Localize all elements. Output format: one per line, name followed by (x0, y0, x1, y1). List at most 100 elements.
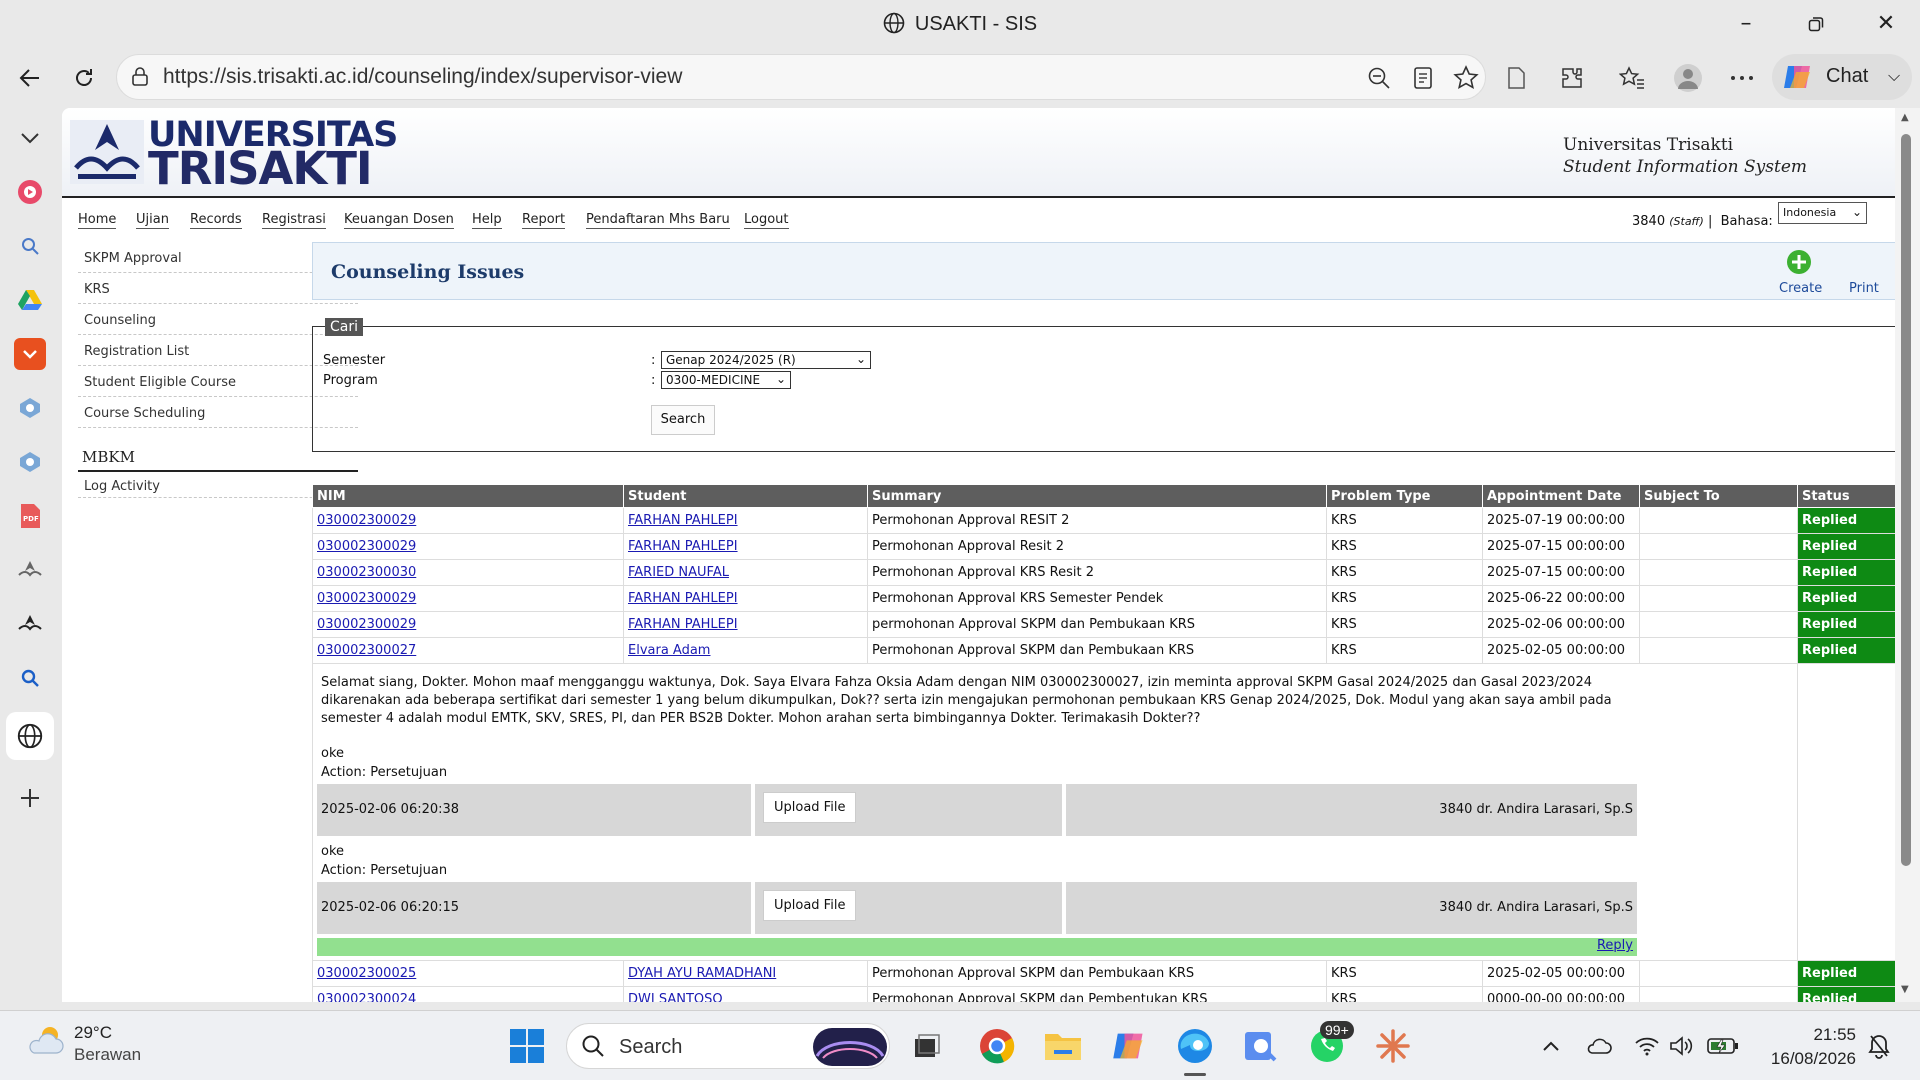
back-button[interactable] (12, 60, 48, 96)
col-summary[interactable]: Summary (867, 484, 1327, 508)
menu-pendaftaran[interactable]: Pendaftaran Mhs Baru (586, 212, 730, 229)
student-link[interactable]: FARHAN PAHLEPI (628, 591, 738, 606)
trisakti-app-icon-2[interactable] (12, 606, 48, 642)
extensions-icon[interactable] (1554, 60, 1590, 96)
restore-button[interactable] (1796, 10, 1836, 38)
search-button[interactable]: Search (651, 405, 715, 435)
language-select[interactable]: Indonesia ⌄ (1778, 202, 1867, 224)
file-explorer-icon[interactable] (1042, 1025, 1084, 1067)
minimize-button[interactable]: – (1726, 10, 1766, 38)
search-app-icon[interactable] (12, 660, 48, 696)
page-scrollbar[interactable]: ▲ ▼ (1895, 108, 1920, 1002)
claude-app-icon[interactable] (1372, 1025, 1414, 1067)
task-view-icon[interactable] (906, 1025, 948, 1067)
edge-browser-icon[interactable] (1174, 1025, 1216, 1067)
active-globe-icon[interactable] (6, 712, 54, 760)
table-row[interactable]: 030002300025 DYAH AYU RAMADHANI Permohon… (312, 960, 1895, 987)
nim-link[interactable]: 030002300029 (317, 539, 416, 554)
add-circle-icon[interactable] (1786, 249, 1812, 279)
battery-icon[interactable] (1702, 1025, 1744, 1067)
student-link[interactable]: FARIED NAUFAL (628, 565, 729, 580)
profile-avatar[interactable] (1670, 60, 1706, 96)
app-icon-1[interactable] (12, 390, 48, 426)
drive-app-icon[interactable] (12, 282, 48, 318)
menu-home[interactable]: Home (78, 212, 117, 229)
create-button[interactable]: Create (1779, 281, 1822, 296)
col-student[interactable]: Student (623, 484, 868, 508)
menu-help[interactable]: Help (472, 212, 502, 229)
menu-records[interactable]: Records (190, 212, 242, 229)
volume-icon[interactable] (1660, 1025, 1702, 1067)
upload-file-button[interactable]: Upload File (763, 890, 857, 921)
menu-registrasi[interactable]: Registrasi (262, 212, 326, 229)
table-row[interactable]: 030002300029 FARHAN PAHLEPI Permohonan A… (312, 533, 1895, 560)
student-link[interactable]: DYAH AYU RAMADHANI (628, 966, 776, 981)
pdf-app-icon[interactable]: PDF (12, 498, 48, 534)
student-link[interactable]: FARHAN PAHLEPI (628, 539, 738, 554)
url-text[interactable]: https://sis.trisakti.ac.id/counseling/in… (163, 65, 682, 89)
nim-link[interactable]: 030002300025 (317, 966, 416, 981)
table-row[interactable]: 030002300030 FARIED NAUFAL Permohonan Ap… (312, 559, 1895, 586)
chrome-icon[interactable] (976, 1025, 1018, 1067)
table-row[interactable]: 030002300027 Elvara Adam Permohonan Appr… (312, 637, 1895, 664)
favorite-star-icon[interactable] (1453, 65, 1479, 95)
close-window-button[interactable]: ✕ (1866, 10, 1906, 38)
nim-link[interactable]: 030002300029 (317, 617, 416, 632)
student-link[interactable]: Elvara Adam (628, 643, 710, 658)
upload-file-button[interactable]: Upload File (763, 792, 857, 823)
download-app-icon[interactable] (12, 336, 48, 372)
chevron-down-icon[interactable]: ⌵ (1888, 66, 1900, 86)
weather-widget[interactable]: 29°C Berawan (26, 1023, 141, 1064)
col-status[interactable]: Status (1797, 484, 1895, 508)
menu-logout[interactable]: Logout (744, 212, 789, 229)
semester-select[interactable]: Genap 2024/2025 (R) ⌄ (661, 351, 871, 369)
reply-link[interactable]: Reply (1597, 938, 1633, 953)
student-link[interactable]: DWI SANTOSO (628, 992, 723, 1002)
scroll-up-icon[interactable]: ▲ (1901, 112, 1909, 123)
table-row[interactable]: 030002300024 DWI SANTOSO Permohonan Appr… (312, 986, 1895, 1002)
nim-link[interactable]: 030002300030 (317, 565, 416, 580)
col-appointment-date[interactable]: Appointment Date (1482, 484, 1640, 508)
table-row[interactable]: 030002300029 FARHAN PAHLEPI permohonan A… (312, 611, 1895, 638)
nim-link[interactable]: 030002300029 (317, 591, 416, 606)
scroll-down-icon[interactable]: ▼ (1901, 984, 1909, 995)
nim-link[interactable]: 030002300024 (317, 992, 416, 1002)
windows-start-icon[interactable] (506, 1025, 548, 1067)
notification-bell-icon[interactable] (1858, 1025, 1900, 1067)
col-nim[interactable]: NIM (312, 484, 624, 508)
reload-button[interactable] (66, 60, 102, 96)
menu-ujian[interactable]: Ujian (136, 212, 169, 229)
scrollbar-thumb[interactable] (1901, 134, 1911, 866)
split-screen-icon[interactable] (1498, 60, 1534, 96)
col-subject-to[interactable]: Subject To (1639, 484, 1798, 508)
search-icon[interactable] (12, 228, 48, 264)
trisakti-app-icon[interactable] (12, 552, 48, 588)
more-menu-icon[interactable] (1724, 60, 1760, 96)
student-link[interactable]: FARHAN PAHLEPI (628, 513, 738, 528)
collapse-chevron-icon[interactable] (12, 120, 48, 156)
nim-link[interactable]: 030002300027 (317, 643, 416, 658)
copilot-chat-button[interactable]: Chat ⌵ (1772, 54, 1912, 100)
menu-keuangan-dosen[interactable]: Keuangan Dosen (344, 212, 454, 229)
lock-icon[interactable] (131, 67, 149, 91)
print-button[interactable]: Print (1849, 281, 1879, 296)
app-icon-2[interactable] (12, 444, 48, 480)
taskbar-search[interactable]: Search (566, 1023, 890, 1069)
student-link[interactable]: FARHAN PAHLEPI (628, 617, 738, 632)
cloud-icon[interactable] (1578, 1025, 1620, 1067)
app-search-icon[interactable] (1240, 1025, 1282, 1067)
table-row[interactable]: 030002300029 FARHAN PAHLEPI Permohonan A… (312, 507, 1895, 534)
favorites-icon[interactable] (1614, 60, 1650, 96)
menu-report[interactable]: Report (522, 212, 566, 229)
program-select[interactable]: 0300-MEDICINE ⌄ (661, 371, 791, 389)
chevron-up-icon[interactable] (1530, 1025, 1572, 1067)
copilot-icon[interactable] (1108, 1025, 1150, 1067)
zoom-out-icon[interactable] (1367, 66, 1391, 94)
nim-link[interactable]: 030002300029 (317, 513, 416, 528)
system-clock[interactable]: 21:55 16/08/2026 (1746, 1023, 1856, 1071)
address-bar[interactable]: https://sis.trisakti.ac.id/counseling/in… (116, 54, 1486, 100)
add-icon[interactable] (12, 780, 48, 816)
table-row[interactable]: 030002300029 FARHAN PAHLEPI Permohonan A… (312, 585, 1895, 612)
site-logo-text[interactable]: UNIVERSITAS TRISAKTI (148, 118, 398, 192)
reader-view-icon[interactable] (1412, 66, 1434, 94)
